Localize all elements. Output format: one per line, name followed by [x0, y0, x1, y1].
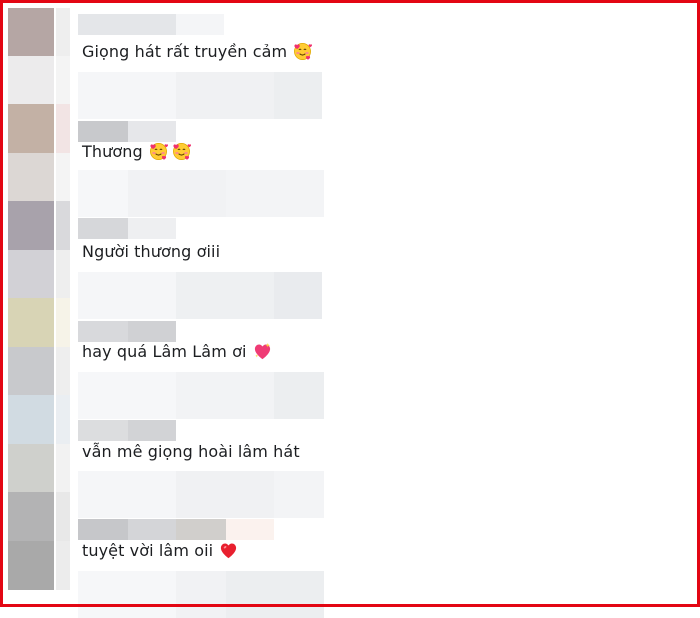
comment-text: Giọng hát rất truyền cảm	[82, 42, 316, 61]
red-heart-icon	[221, 543, 237, 559]
avatar-edge-blurred	[56, 8, 70, 57]
commenter-name-blurred	[78, 218, 176, 239]
comment-emojis	[149, 142, 195, 161]
avatar-edge-blurred	[56, 492, 70, 541]
avatar-edge-blurred	[56, 56, 70, 105]
commenter-name-blurred	[78, 420, 176, 441]
avatar-blurred	[8, 201, 54, 250]
smiling-face-with-hearts-icon	[149, 142, 168, 161]
avatar-edge-blurred	[56, 298, 70, 347]
comment-text: Người thương ơiii	[82, 242, 220, 261]
avatar-blurred	[8, 8, 54, 57]
smiling-face-with-hearts-icon	[172, 142, 191, 161]
reply-content-blurred	[78, 372, 324, 419]
avatar-blurred	[8, 541, 54, 590]
reply-content-blurred	[78, 571, 324, 618]
avatar-edge-blurred	[56, 153, 70, 202]
avatar-blurred	[8, 347, 54, 396]
avatar-edge-blurred	[56, 250, 70, 299]
avatar-column-blurred	[8, 8, 70, 593]
comment-emojis	[293, 42, 316, 61]
smiling-face-with-hearts-icon	[294, 42, 313, 61]
comment-text: vẫn mê giọng hoài lâm hát	[82, 442, 300, 461]
avatar-blurred	[8, 153, 54, 202]
avatar-edge-blurred	[56, 541, 70, 590]
comment-text-label: vẫn mê giọng hoài lâm hát	[82, 442, 300, 461]
reply-content-blurred	[78, 272, 322, 319]
avatar-edge-blurred	[56, 201, 70, 250]
avatar-blurred	[8, 56, 54, 105]
avatar-blurred	[8, 395, 54, 444]
comment-text-label: Giọng hát rất truyền cảm	[82, 42, 288, 61]
comment-text-label: tuyệt vời lâm oii	[82, 541, 214, 560]
comment-text: Thương	[82, 142, 195, 161]
comment-text: tuyệt vời lâm oii	[82, 541, 242, 560]
reply-content-blurred	[78, 72, 322, 119]
comment-emojis	[219, 541, 242, 560]
comment-list: Giọng hát rất truyền cảm Thương Người thươ…	[78, 0, 678, 618]
avatar-blurred	[8, 104, 54, 153]
comment-text: hay quá Lâm Lâm ơi	[82, 342, 276, 361]
comment-text-label: hay quá Lâm Lâm ơi	[82, 342, 247, 361]
avatar-blurred	[8, 444, 54, 493]
commenter-name-blurred	[78, 321, 176, 342]
comment-text-label: Thương	[82, 142, 143, 161]
commenter-name-blurred	[78, 519, 274, 540]
avatar-edge-blurred	[56, 395, 70, 444]
avatar-edge-blurred	[56, 104, 70, 153]
avatar-blurred	[8, 492, 54, 541]
avatar-edge-blurred	[56, 444, 70, 493]
avatar-blurred	[8, 250, 54, 299]
comment-emojis	[253, 342, 276, 361]
comment-text-label: Người thương ơiii	[82, 242, 221, 261]
commenter-name-blurred	[78, 14, 224, 35]
reply-content-blurred	[78, 471, 324, 518]
sparkling-heart-icon	[254, 342, 270, 360]
reply-content-blurred	[78, 170, 324, 217]
avatar-blurred	[8, 298, 54, 347]
commenter-name-blurred	[78, 121, 176, 142]
avatar-edge-blurred	[56, 347, 70, 396]
